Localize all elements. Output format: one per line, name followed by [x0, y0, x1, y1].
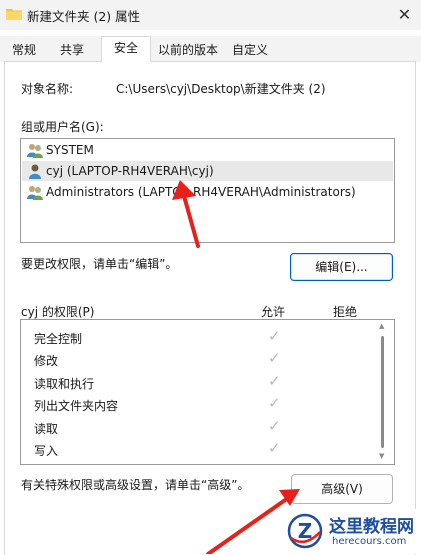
close-button[interactable]: ✕	[388, 0, 421, 28]
tab-sharing[interactable]: 共享	[52, 39, 92, 61]
tab-general[interactable]: 常规	[4, 39, 44, 61]
user-name: Administrators (LAPTOP-RH4VERAH\Administ…	[46, 185, 356, 199]
allow-check-icon: ✓	[268, 372, 281, 390]
deny-header: 拒绝	[333, 305, 358, 319]
object-name-value: C:\Users\cyj\Desktop\新建文件夹 (2)	[116, 82, 326, 96]
permission-row: 修改 ✓	[21, 348, 377, 370]
list-item-cyj[interactable]: cyj (LAPTOP-RH4VERAH\cyj)	[22, 161, 393, 181]
user-group-icon	[27, 186, 43, 200]
permission-name: 完全控制	[34, 332, 83, 346]
tab-previous-versions[interactable]: 以前的版本	[152, 39, 224, 61]
scroll-down-icon[interactable]: ▼	[379, 452, 384, 460]
scroll-thumb[interactable]	[381, 336, 384, 448]
permission-row: 列出文件夹内容 ✓	[21, 393, 377, 415]
permission-name: 列出文件夹内容	[34, 399, 119, 413]
tab-security[interactable]: 安全	[101, 36, 151, 63]
user-list[interactable]: SYSTEM cyj (LAPTOP-RH4VERAH\cyj) Adminis…	[20, 138, 395, 243]
tab-customize[interactable]: 自定义	[225, 39, 275, 61]
folder-icon	[6, 9, 22, 20]
tab-strip: 常规 共享 安全 以前的版本 自定义	[0, 36, 421, 63]
close-icon: ✕	[397, 4, 412, 24]
permissions-label: cyj 的权限(P)	[21, 305, 95, 319]
permissions-list[interactable]: 完全控制 ✓ 修改 ✓ 读取和执行 ✓ 列出文件夹内容 ✓ 读取 ✓ 写入 ✓ …	[20, 319, 395, 465]
user-group-icon	[27, 144, 43, 158]
allow-check-icon: ✓	[268, 417, 281, 435]
user-icon	[29, 164, 41, 179]
permission-row: 完全控制 ✓	[21, 326, 377, 348]
permission-row: 写入 ✓	[21, 438, 377, 460]
site-domain: herecours.com	[332, 536, 407, 547]
permission-name: 写入	[34, 444, 59, 458]
permission-name: 读取	[34, 422, 59, 436]
watermark: Z 这里教程网 herecours.com	[285, 509, 421, 554]
window-title: 新建文件夹 (2) 属性	[27, 9, 141, 24]
list-item-administrators[interactable]: Administrators (LAPTOP-RH4VERAH\Administ…	[22, 182, 393, 202]
permission-name: 读取和执行	[34, 377, 95, 391]
advanced-hint: 有关特殊权限或高级设置，请单击“高级”。	[21, 478, 250, 492]
allow-header: 允许	[261, 305, 286, 319]
user-name: SYSTEM	[46, 143, 94, 157]
logo-letter: Z	[298, 519, 313, 543]
permission-name: 修改	[34, 354, 59, 368]
site-logo-icon: Z	[287, 513, 323, 549]
scroll-up-icon[interactable]: ▲	[379, 322, 384, 330]
title-bar: 新建文件夹 (2) 属性 ✕	[0, 0, 421, 30]
allow-check-icon: ✓	[268, 394, 281, 412]
allow-check-icon: ✓	[268, 327, 281, 345]
edit-hint: 要更改权限，请单击“编辑”。	[21, 257, 178, 271]
permission-row: 读取和执行 ✓	[21, 371, 377, 393]
list-item-system[interactable]: SYSTEM	[22, 140, 393, 160]
allow-check-icon: ✓	[268, 439, 281, 457]
advanced-button[interactable]: 高级(V)	[291, 474, 393, 504]
site-name: 这里教程网	[329, 517, 414, 537]
edit-button[interactable]: 编辑(E)...	[290, 253, 393, 281]
group-label: 组或用户名(G):	[21, 120, 104, 134]
user-name: cyj (LAPTOP-RH4VERAH\cyj)	[46, 164, 214, 178]
permission-row: 读取 ✓	[21, 416, 377, 438]
scrollbar[interactable]: ▲ ▼	[379, 322, 385, 460]
allow-check-icon: ✓	[268, 349, 281, 367]
object-name-label: 对象名称:	[21, 82, 74, 96]
